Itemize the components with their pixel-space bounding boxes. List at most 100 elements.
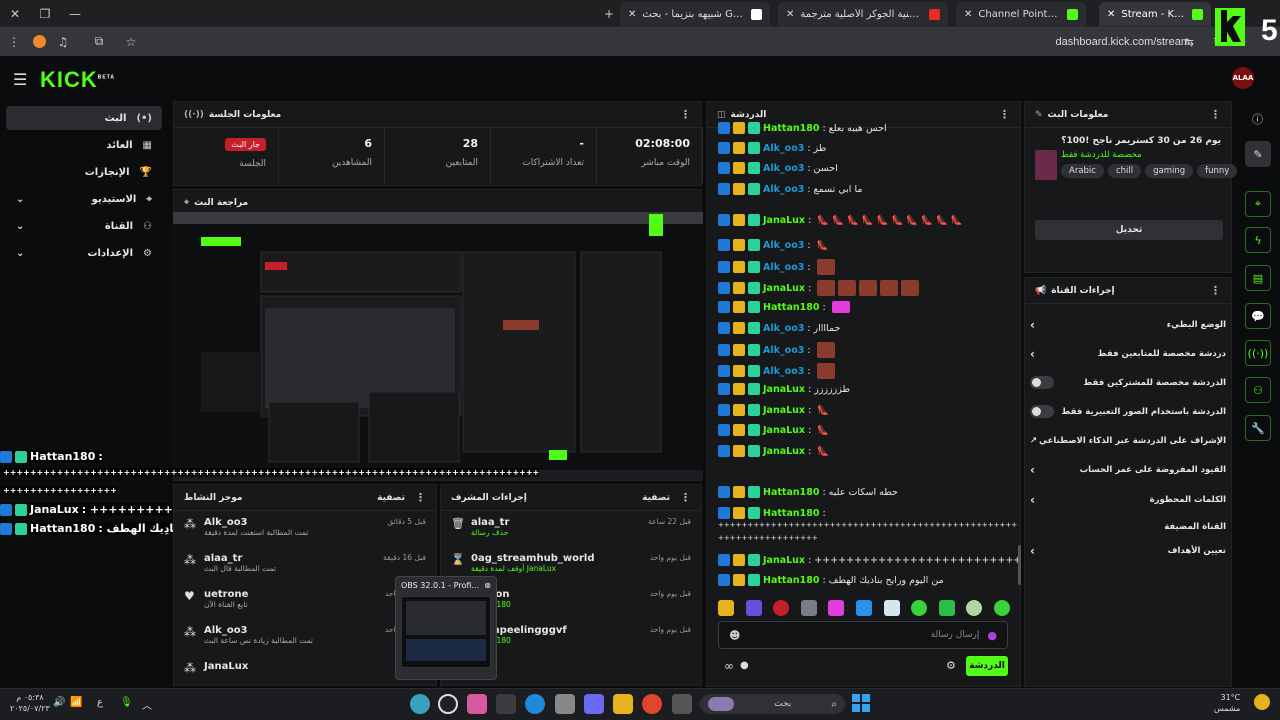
chat-message[interactable]: Alk_oo3: ما ابي تسمع bbox=[718, 183, 1018, 195]
lightning-rail-icon[interactable]: ϟ bbox=[1245, 227, 1271, 253]
activity-menu-icon[interactable]: ⋮ bbox=[415, 491, 426, 504]
stream-tag[interactable]: Arabic bbox=[1061, 164, 1104, 178]
channel-action-row[interactable]: الدردشة باستخدام الصور التعبيرية فقط bbox=[1030, 397, 1226, 426]
taskbar-app-box-icon[interactable] bbox=[555, 694, 575, 714]
chat-message[interactable]: Alk_oo3: احسن bbox=[718, 162, 1018, 174]
broadcast-rail-icon[interactable]: ((·)) bbox=[1245, 340, 1271, 366]
toggle-switch[interactable] bbox=[1030, 376, 1054, 389]
chat-scrollbar[interactable] bbox=[1018, 545, 1021, 585]
sidebar-item-1[interactable]: ▦ العائد bbox=[6, 133, 162, 157]
session-menu-icon[interactable]: ⋮ bbox=[680, 108, 691, 121]
sidebar-item-5[interactable]: ⚙ الإعدادات ⌄ bbox=[6, 241, 162, 265]
sidebar-item-0[interactable]: (•) البث bbox=[6, 106, 162, 130]
streaminfo-menu-icon[interactable]: ⋮ bbox=[1210, 108, 1221, 121]
volume-icon[interactable]: 🔊 bbox=[53, 697, 65, 708]
emote-green3-icon[interactable] bbox=[993, 600, 1010, 616]
emote-dancer-icon[interactable] bbox=[745, 600, 762, 616]
chat-message[interactable]: Hattan180: bbox=[718, 301, 1018, 313]
browser-tab[interactable]: ✕ Stream - Kick Dashboard bbox=[1099, 2, 1211, 26]
chat-input[interactable]: ☻ إرسال رسالة ● bbox=[718, 621, 1008, 649]
stream-tag[interactable]: chill bbox=[1107, 164, 1142, 178]
obs-taskbar-preview[interactable]: OBS 32.0.1 - Profi... ⊗ bbox=[395, 576, 497, 680]
stream-tag[interactable]: funny bbox=[1197, 164, 1238, 178]
weather-widget[interactable]: 31°C مشمس bbox=[1214, 692, 1240, 714]
taskbar-app-photos-icon[interactable] bbox=[467, 694, 487, 714]
info-icon[interactable]: ⓘ bbox=[1252, 111, 1263, 127]
bookmark-star-icon[interactable]: ☆ bbox=[120, 27, 142, 56]
tab-close-icon[interactable]: ✕ bbox=[786, 9, 794, 20]
mod-menu-icon[interactable]: ⋮ bbox=[680, 491, 691, 504]
chat-message[interactable]: JanaLux: 👠 👠 👠 👠 👠 👠 👠 👠 👠 👠 bbox=[718, 205, 1018, 235]
channel-action-row[interactable]: القيود المفروضة على عمر الحساب › bbox=[1030, 455, 1226, 484]
tray-expand-icon[interactable]: ︿ bbox=[142, 697, 152, 712]
chat-message[interactable]: Hattan180: bbox=[718, 507, 1018, 519]
taskbar-copilot-icon[interactable] bbox=[584, 694, 604, 714]
channel-action-row[interactable]: الدردشة مخصصة للمشتركين فقط bbox=[1030, 368, 1226, 397]
document-rail-icon[interactable]: ▤ bbox=[1245, 265, 1271, 291]
browser-tab[interactable]: ✕ Channel Points - Kick Dashboard bbox=[956, 2, 1086, 26]
media-control-icon[interactable]: ♫ bbox=[52, 27, 74, 56]
tab-close-icon[interactable]: ✕ bbox=[628, 9, 636, 20]
edit-stream-button[interactable]: تحديل bbox=[1035, 220, 1223, 240]
activity-filter[interactable]: تصفية bbox=[377, 493, 405, 503]
emoji-icon[interactable]: ☻ bbox=[729, 629, 740, 642]
minimize-window-icon[interactable]: — bbox=[60, 0, 90, 27]
extensions-puzzle-icon[interactable]: ⧉ bbox=[88, 27, 110, 56]
tab-close-icon[interactable]: ✕ bbox=[964, 9, 972, 20]
focus-rail-icon[interactable]: ⌖ bbox=[1245, 191, 1271, 217]
browser-tab[interactable]: ✕ اغنية الجوكر الأصلية مترجمة - YouTube bbox=[778, 2, 948, 26]
windows-start-icon[interactable] bbox=[852, 694, 870, 712]
taskbar-search[interactable]: بحث ⌕ bbox=[700, 694, 845, 714]
taskbar-clock[interactable]: ٠٥:٣٨ م ٢٠٢٥/٠٧/٢٣ bbox=[10, 692, 50, 714]
emote-pink-icon[interactable] bbox=[828, 600, 845, 616]
taskbar-explorer-icon[interactable] bbox=[613, 694, 633, 714]
hamburger-menu-icon[interactable]: ☰ bbox=[13, 70, 27, 89]
emote-blue-icon[interactable] bbox=[855, 600, 872, 616]
chat-settings-icon[interactable]: ⚙ bbox=[946, 659, 956, 672]
emote-alien-icon[interactable] bbox=[966, 600, 983, 616]
emote-green-icon[interactable] bbox=[911, 600, 928, 616]
channel-actions-menu-icon[interactable]: ⋮ bbox=[1210, 284, 1221, 297]
activity-item[interactable]: ⁂ Alk_oo3 قبل 5 دقائق تمت المطالبة استغنت… bbox=[174, 511, 436, 547]
emote-crown-icon[interactable] bbox=[718, 600, 734, 616]
channel-action-row[interactable]: تعيين الأهداف › bbox=[1030, 536, 1226, 565]
channel-action-row[interactable]: دردشة مخصصة للمتابعين فقط › bbox=[1030, 339, 1226, 368]
more-menu-icon[interactable]: ⋮ bbox=[3, 27, 25, 56]
avatar[interactable]: ALAA bbox=[1232, 67, 1254, 89]
taskbar-store-icon[interactable] bbox=[496, 694, 516, 714]
stream-preview-video[interactable] bbox=[173, 212, 703, 480]
toggle-switch[interactable] bbox=[1030, 405, 1054, 418]
category-name[interactable]: مخصصة للدردشة فقط bbox=[1061, 150, 1237, 160]
category-thumbnail[interactable] bbox=[1035, 150, 1057, 180]
chat-message[interactable]: JanaLux: 👠 bbox=[718, 404, 1018, 416]
chat-message[interactable]: Hattan180: احس هيبه بعلع bbox=[718, 122, 1018, 134]
taskbar-chrome-icon[interactable] bbox=[642, 694, 662, 714]
chat-message[interactable]: Alk_oo3: حماااار bbox=[718, 322, 1018, 334]
chat-message[interactable]: +++++++++++++++++ bbox=[718, 534, 1018, 542]
taskbar-obs-icon[interactable] bbox=[438, 694, 458, 714]
microphone-icon[interactable]: 🎙 bbox=[120, 697, 133, 708]
mod-filter[interactable]: تصفية bbox=[642, 493, 670, 503]
emote-person-icon[interactable] bbox=[800, 600, 817, 616]
channel-action-row[interactable]: الإشراف على الدردشة عبر الذكاء الاصطناعي… bbox=[1030, 426, 1226, 455]
chat-message[interactable]: Alk_oo3: bbox=[718, 342, 1018, 358]
taskbar-app-globe-icon[interactable] bbox=[410, 694, 430, 714]
chat-message[interactable]: JanaLux: 👠 bbox=[718, 424, 1018, 436]
chat-message[interactable]: JanaLux: 👠 bbox=[718, 445, 1018, 457]
url-text[interactable]: dashboard.kick.com/stream bbox=[1056, 36, 1191, 48]
chat-message[interactable]: Alk_oo3: bbox=[718, 259, 1018, 275]
points-icon[interactable]: ● bbox=[740, 660, 749, 671]
stream-tag[interactable]: gaming bbox=[1145, 164, 1194, 178]
chat-message[interactable]: JanaLux: ++++++++++++++++++++++++++ bbox=[718, 554, 1018, 566]
emote-white-icon[interactable] bbox=[883, 600, 900, 616]
maximize-window-icon[interactable]: ❐ bbox=[30, 0, 60, 27]
chat-menu-icon[interactable]: ⋮ bbox=[999, 108, 1010, 121]
language-indicator[interactable]: ع bbox=[97, 697, 103, 708]
emote-green2-icon[interactable] bbox=[938, 600, 955, 616]
taskbar-edge-icon[interactable] bbox=[525, 694, 545, 714]
chat-message[interactable]: Alk_oo3: 👠 bbox=[718, 239, 1018, 251]
chat-message[interactable]: ++++++++++++++++++++++++++++++++++++++++… bbox=[718, 521, 1018, 529]
edit-rail-icon[interactable]: ✎ bbox=[1245, 141, 1271, 167]
users-rail-icon[interactable]: ⚇ bbox=[1245, 377, 1271, 403]
wifi-icon[interactable]: 📶 bbox=[70, 697, 82, 708]
